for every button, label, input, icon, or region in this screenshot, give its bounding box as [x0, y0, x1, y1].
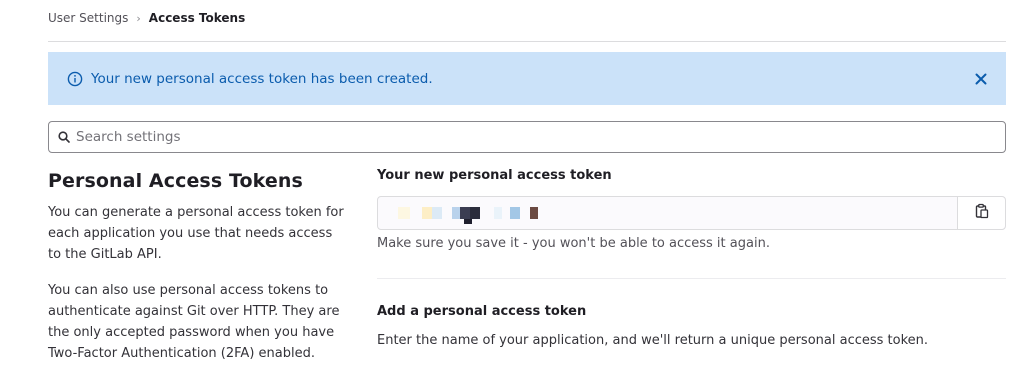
success-alert: Your new personal access token has been …	[48, 52, 1006, 105]
add-token-description: Enter the name of your application, and …	[377, 333, 929, 348]
redaction-block	[470, 207, 480, 219]
breadcrumb-separator: ›	[136, 11, 141, 25]
clipboard-icon	[975, 203, 989, 223]
info-icon	[67, 71, 83, 87]
search-input[interactable]	[76, 129, 976, 145]
redaction-block	[494, 207, 502, 219]
redaction-block	[432, 207, 442, 219]
new-token-field[interactable]	[377, 196, 1006, 230]
redaction-block	[398, 207, 410, 219]
redaction-block	[510, 207, 520, 219]
redaction-block	[464, 219, 472, 224]
token-value-redacted[interactable]	[378, 197, 957, 229]
section-paragraph-2: You can also use personal access tokens …	[48, 283, 340, 361]
section-divider	[377, 278, 1006, 279]
section-description: Personal Access Tokens You can generate …	[48, 170, 348, 364]
access-tokens-page: User Settings › Access Tokens Your new p…	[0, 0, 1032, 373]
redaction-block	[460, 207, 470, 219]
close-icon[interactable]	[972, 70, 990, 88]
new-token-label: Your new personal access token	[377, 168, 612, 183]
redaction-block	[452, 207, 460, 219]
token-panel: Your new personal access token Make sure…	[377, 168, 1006, 348]
copy-token-button[interactable]	[957, 197, 1005, 229]
breadcrumb-access-tokens[interactable]: Access Tokens	[149, 11, 245, 25]
redaction-block	[422, 207, 432, 219]
section-paragraph-1: You can generate a personal access token…	[48, 205, 344, 262]
search-settings-box[interactable]	[48, 121, 1006, 153]
section-title: Personal Access Tokens	[48, 170, 303, 192]
top-divider	[48, 41, 1006, 42]
search-icon	[58, 131, 70, 143]
breadcrumb-user-settings[interactable]: User Settings	[48, 11, 128, 25]
redaction-block	[530, 207, 538, 219]
alert-message: Your new personal access token has been …	[91, 70, 433, 87]
breadcrumb: User Settings › Access Tokens	[48, 9, 245, 27]
add-token-title: Add a personal access token	[377, 304, 587, 319]
token-help-text: Make sure you save it - you won't be abl…	[377, 236, 770, 251]
